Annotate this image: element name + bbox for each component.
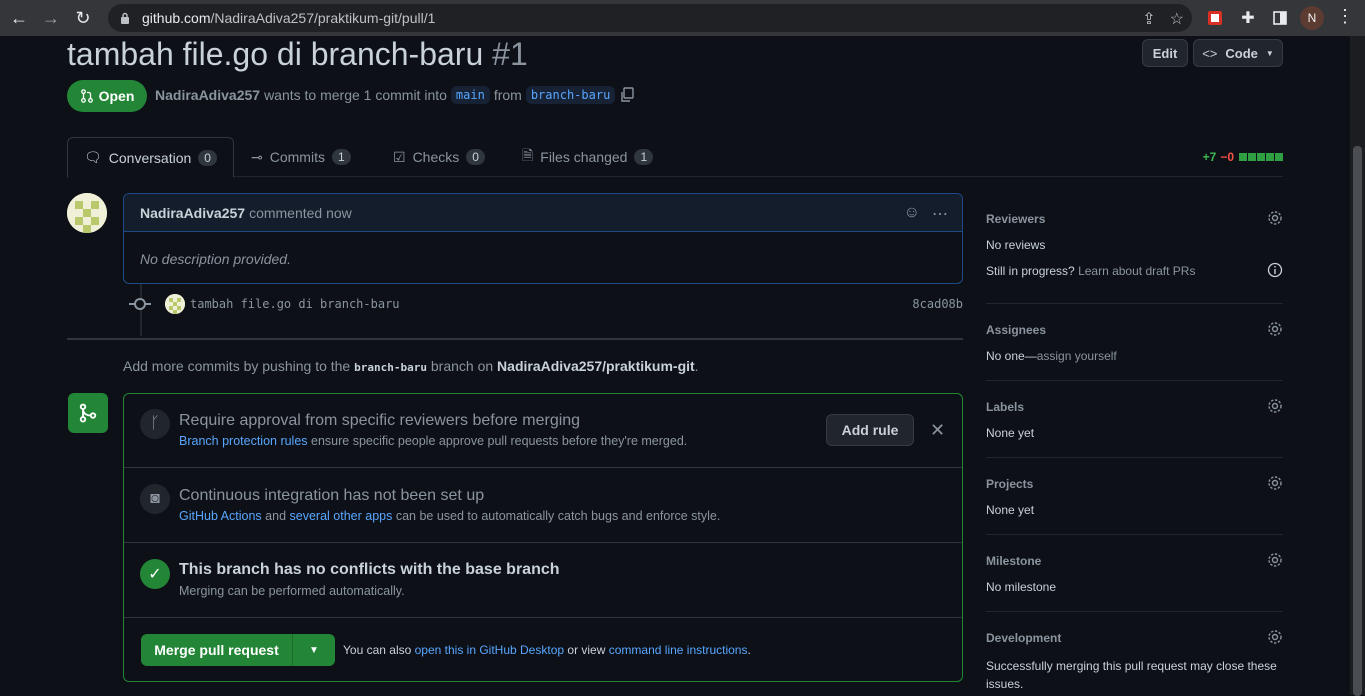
head-branch[interactable]: branch-baru — [525, 86, 616, 104]
merge-alternatives: You can also open this in GitHub Desktop… — [343, 643, 751, 657]
pr-tabs: 🗨 Conversation 0 ⊸ Commits 1 ☑ Checks 0 … — [67, 137, 1283, 178]
forward-icon[interactable]: → — [38, 5, 64, 31]
diffstat: +7 −0 — [1203, 150, 1283, 164]
assign-yourself-link[interactable]: assign yourself — [1037, 349, 1117, 363]
sidebar-development: Development Successfully merging this pu… — [986, 629, 1283, 691]
merge-options-dropdown[interactable]: ▼ — [293, 634, 335, 666]
branch-protection-link[interactable]: Branch protection rules — [179, 434, 308, 448]
sidebar-projects: Projects None yet — [986, 475, 1283, 535]
caret-down-icon: ▼ — [1265, 48, 1274, 58]
sidepanel-icon[interactable] — [1268, 6, 1292, 30]
comment-body: No description provided. — [140, 251, 291, 267]
scrollbar[interactable] — [1350, 36, 1365, 696]
puzzle-icon[interactable]: ✚ — [1236, 6, 1260, 30]
code-button[interactable]: <> Code ▼ — [1193, 39, 1283, 67]
commit-icon — [134, 298, 146, 310]
gear-icon[interactable] — [1267, 552, 1283, 568]
edit-button[interactable]: Edit — [1142, 39, 1188, 67]
github-desktop-link[interactable]: open this in GitHub Desktop — [415, 643, 564, 657]
gear-icon[interactable] — [1267, 210, 1283, 226]
merge-box: ᚴ Require approval from specific reviewe… — [123, 393, 963, 682]
draft-prs-link[interactable]: Learn about draft PRs — [1078, 264, 1195, 278]
reload-icon[interactable]: ↻ — [70, 5, 96, 31]
close-icon[interactable]: ✕ — [930, 420, 945, 441]
divider — [67, 338, 963, 340]
commit-row: tambah file.go di branch-baru 8cad08b — [123, 293, 963, 315]
comment-discussion-icon: 🗨 — [84, 149, 102, 165]
page-title: tambah file.go di branch-baru #1 — [67, 36, 528, 72]
merge-button-group: Merge pull request ▼ — [141, 634, 335, 666]
pull-request-icon — [80, 89, 93, 103]
caret-down-icon: ▼ — [309, 644, 319, 656]
other-apps-link[interactable]: several other apps — [290, 509, 393, 523]
scrollbar-thumb[interactable] — [1353, 146, 1362, 696]
kebab-horizontal-icon[interactable]: ⋯ — [932, 204, 948, 224]
command-line-link[interactable]: command line instructions — [609, 643, 748, 657]
github-actions-link[interactable]: GitHub Actions — [179, 509, 262, 523]
checklist-icon: ☑ — [393, 148, 406, 165]
gear-icon[interactable] — [1267, 321, 1283, 337]
avatar[interactable] — [67, 193, 107, 233]
browser-toolbar: ← → ↻ github.com/NadiraAdiva257/praktiku… — [0, 0, 1365, 36]
pr-meta: NadiraAdiva257 wants to merge 1 commit i… — [155, 86, 635, 104]
bookmark-star-icon[interactable]: ☆ — [1170, 9, 1184, 29]
ci-section: ◙ Continuous integration has not been se… — [124, 468, 962, 543]
git-branch-icon: ᚴ — [140, 409, 170, 439]
comment-header: NadiraAdiva257 commented now ☺ ⋯ — [124, 194, 962, 232]
tab-conversation[interactable]: 🗨 Conversation 0 — [67, 137, 234, 178]
base-branch[interactable]: main — [450, 86, 490, 104]
tab-files-changed[interactable]: 🗎 Files changed 1 — [522, 137, 654, 177]
browser-menu-icon[interactable]: ⋮ — [1336, 6, 1354, 27]
sidebar-reviewers: Reviewers No reviews Still in progress? … — [986, 210, 1283, 304]
info-icon[interactable] — [1267, 262, 1283, 278]
commit-icon: ⊸ — [251, 148, 263, 165]
comment-box: NadiraAdiva257 commented now ☺ ⋯ No desc… — [123, 193, 963, 284]
lock-icon — [121, 12, 129, 24]
tab-checks[interactable]: ☑ Checks 0 — [393, 137, 485, 177]
check-icon: ✓ — [140, 559, 170, 589]
diffstat-bar — [1238, 150, 1283, 164]
address-bar[interactable]: github.com/NadiraAdiva257/praktikum-git/… — [108, 4, 1192, 32]
sidebar-assignees: Assignees No one—assign yourself — [986, 321, 1283, 381]
avatar[interactable] — [165, 294, 185, 314]
sidebar-labels: Labels None yet — [986, 398, 1283, 458]
git-merge-icon — [68, 393, 108, 433]
status-badge: Open — [67, 80, 147, 112]
back-icon[interactable]: ← — [6, 5, 32, 31]
merge-pull-request-button[interactable]: Merge pull request — [141, 634, 293, 666]
profile-avatar[interactable]: N — [1300, 6, 1324, 30]
code-icon: <> — [1202, 45, 1218, 61]
copy-icon[interactable] — [619, 87, 635, 103]
gear-icon[interactable] — [1267, 629, 1283, 645]
gear-icon[interactable] — [1267, 475, 1283, 491]
smiley-icon[interactable]: ☺ — [904, 204, 920, 224]
comment-author[interactable]: NadiraAdiva257 — [140, 205, 245, 221]
url-text: github.com/NadiraAdiva257/praktikum-git/… — [142, 10, 436, 26]
gear-icon[interactable] — [1267, 398, 1283, 414]
file-diff-icon: 🗎 — [522, 147, 534, 163]
add-rule-button[interactable]: Add rule — [826, 414, 914, 446]
commit-message[interactable]: tambah file.go di branch-baru — [190, 297, 400, 311]
pr-number: #1 — [492, 36, 528, 72]
commit-sha[interactable]: 8cad08b — [912, 297, 963, 311]
tab-commits[interactable]: ⊸ Commits 1 — [251, 137, 351, 177]
robot-icon: ◙ — [140, 484, 170, 514]
sidebar-milestone: Milestone No milestone — [986, 552, 1283, 612]
conflict-section: ✓ This branch has no conflicts with the … — [124, 543, 962, 618]
approval-section: ᚴ Require approval from specific reviewe… — [124, 394, 962, 468]
author-link[interactable]: NadiraAdiva257 — [155, 87, 260, 103]
share-icon[interactable]: ⇪ — [1142, 9, 1155, 29]
extension-icon[interactable] — [1203, 6, 1227, 30]
push-hint: Add more commits by pushing to the branc… — [123, 358, 699, 374]
